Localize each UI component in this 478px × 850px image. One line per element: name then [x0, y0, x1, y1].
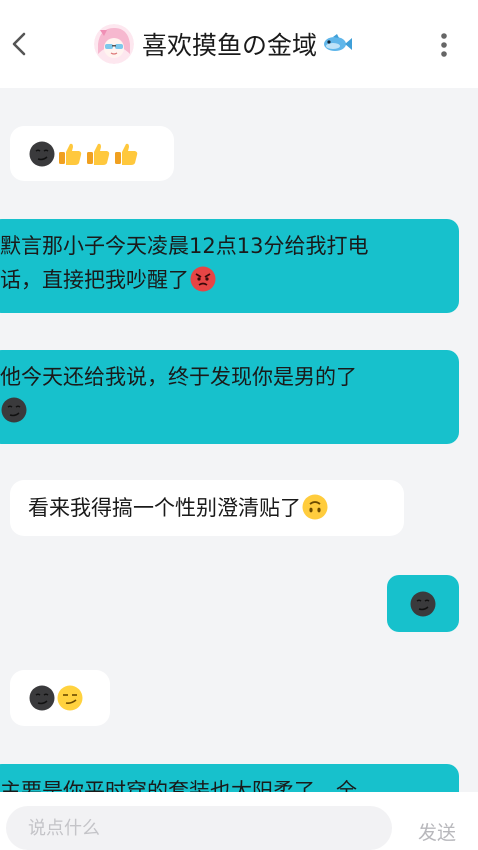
smirk-dark-emoji-icon	[29, 141, 55, 167]
send-button[interactable]: 发送	[418, 818, 456, 845]
message-text: 看来我得搞一个性别澄清贴了	[28, 496, 301, 520]
message-bubble-incoming[interactable]	[10, 670, 110, 726]
thumbs-up-emoji-icon	[113, 141, 139, 167]
fish-emoji-icon	[324, 34, 353, 51]
message-text-line: 他今天还给我说，终于发现你是男的了	[0, 365, 357, 389]
message-text-line: 话，直接把我吵醒了	[0, 268, 189, 292]
chat-header: 喜欢摸鱼の金域	[0, 0, 478, 88]
message-bubble-outgoing[interactable]: 主要是你平时穿的套装也太阳柔了，全	[0, 764, 459, 792]
more-options-icon[interactable]	[432, 30, 456, 60]
thumbs-up-emoji-icon	[85, 141, 111, 167]
thumbs-up-emoji-icon	[57, 141, 83, 167]
input-bar: 发送	[0, 792, 478, 850]
chat-title-group[interactable]: 喜欢摸鱼の金域	[94, 22, 353, 66]
message-text: 主要是你平时穿的套装也太阳柔了，全	[0, 779, 357, 792]
message-bubble-outgoing[interactable]	[387, 575, 459, 632]
message-bubble-incoming[interactable]: 看来我得搞一个性别澄清贴了	[10, 480, 404, 536]
message-bubble-outgoing[interactable]: 默言那小子今天凌晨12点13分给我打电 话，直接把我吵醒了	[0, 219, 459, 313]
smirk-dark-emoji-icon	[1, 397, 27, 423]
chat-title: 喜欢摸鱼の金域	[142, 31, 318, 60]
smirk-dark-emoji-icon	[29, 685, 55, 711]
angry-emoji-icon	[190, 266, 216, 292]
message-bubble-outgoing[interactable]: 他今天还给我说，终于发现你是男的了	[0, 350, 459, 444]
back-chevron-icon[interactable]	[6, 28, 32, 60]
message-text-line: 默言那小子今天凌晨12点13分给我打电	[0, 234, 369, 258]
upside-down-emoji-icon	[302, 494, 328, 520]
smirk-dark-emoji-icon	[410, 591, 436, 617]
message-list[interactable]: 默言那小子今天凌晨12点13分给我打电 话，直接把我吵醒了 他今天还给我说，终于…	[0, 88, 478, 792]
avatar[interactable]	[94, 24, 134, 64]
message-bubble-incoming[interactable]	[10, 126, 174, 181]
message-input[interactable]	[6, 806, 392, 850]
smirk-yellow-emoji-icon	[57, 685, 83, 711]
